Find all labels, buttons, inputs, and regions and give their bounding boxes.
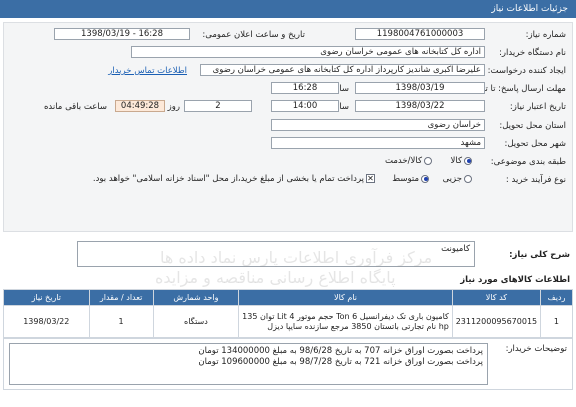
need-number-field: 1198004761000003 <box>355 28 485 40</box>
creator-field: علیرضا اکبری شاندیز کارپرداز اداره کل کت… <box>200 64 485 76</box>
items-table: ردیف کد کالا نام کالا واحد شمارش تعداد /… <box>3 289 574 338</box>
category-goods-label: کالا <box>450 156 462 166</box>
row-number: 1 <box>539 305 574 338</box>
city-label: شهر محل تحویل: <box>504 139 566 149</box>
buyer-notes-label: توضیحات خریدار: <box>505 344 567 354</box>
remaining-label: ساعت باقی مانده <box>43 102 107 112</box>
col-row: ردیف <box>539 289 574 306</box>
payment-treasury-checkbox[interactable]: ✕پرداخت تمام یا بخشی از مبلغ خرید،از محل… <box>93 174 375 184</box>
radio-selected-icon <box>464 156 472 165</box>
validity-date-field: 1398/03/22 <box>355 100 485 112</box>
category-goods-option[interactable]: کالا <box>451 156 472 166</box>
checkbox-checked-icon: ✕ <box>366 174 375 183</box>
item-date: 1398/03/22 <box>3 305 90 338</box>
buyer-notes-line-1: پرداخت بصورت اوراق خزانه 707 به تاریخ 98… <box>198 346 483 356</box>
send-time-field: 16:28 <box>271 82 339 94</box>
process-medium-label: متوسط <box>392 174 419 184</box>
item-name: کامیون باری تک دیفرانسیل Ton 6 حجم موتور… <box>238 305 453 338</box>
buyer-contact-link[interactable]: اطلاعات تماس خریدار <box>108 66 187 76</box>
item-code: 2311200095670015 <box>451 305 541 338</box>
province-label: استان محل تحویل: <box>499 121 566 131</box>
creator-label: ایجاد کننده درخواست: <box>487 66 566 76</box>
province-field: خراسان رضوی <box>271 119 485 131</box>
buyer-notes-section: توضیحات خریدار: پرداخت بصورت اوراق خزانه… <box>3 338 573 390</box>
validity-label: تاریخ اعتبار نیاز: <box>509 102 566 112</box>
category-service-label: کالا/خدمت <box>385 156 422 166</box>
buyer-org-field: اداره کل کتابخانه های عمومی خراسان رضوی <box>131 46 485 58</box>
page-header: جزئیات اطلاعات نیاز <box>0 0 576 18</box>
process-partial-label: جزیی <box>442 174 462 184</box>
buyer-notes-line-2: پرداخت بصورت اوراق خزانه 721 به تاریخ 98… <box>198 357 483 367</box>
category-service-option[interactable]: کالا/خدمت <box>385 156 432 166</box>
announce-field: 1398/03/19 - 16:28 <box>54 28 190 40</box>
announce-label: تاریخ و ساعت اعلان عمومی: <box>202 30 305 40</box>
items-section-title: اطلاعات کالاهای مورد نیاز <box>460 275 570 285</box>
buyer-notes-field: پرداخت بصورت اوراق خزانه 707 به تاریخ 98… <box>9 343 488 385</box>
col-code: کد کالا <box>451 289 541 306</box>
need-details-panel: شماره نیاز: 1198004761000003 تاریخ و ساع… <box>3 22 573 232</box>
radio-icon <box>464 174 472 183</box>
process-partial-option[interactable]: جزیی <box>443 174 472 184</box>
table-row: 1 2311200095670015 کامیون باری تک دیفران… <box>3 305 574 338</box>
watermark-line-2: پایگاه اطلاع رسانی مناقصه و مزایده <box>155 268 396 287</box>
col-date: تاریخ نیاز <box>3 289 90 306</box>
col-name: نام کالا <box>238 289 453 306</box>
days-field: 2 <box>184 100 252 112</box>
remaining-time-field: 04:49:28 <box>115 100 165 112</box>
description-label: شرح کلی نیاز: <box>509 250 570 260</box>
items-table-header: ردیف کد کالا نام کالا واحد شمارش تعداد /… <box>3 289 574 306</box>
col-qty: تعداد / مقدار <box>88 289 154 306</box>
send-date-field: 1398/03/19 <box>355 82 485 94</box>
process-label: نوع فرآیند خرید : <box>505 175 566 185</box>
payment-treasury-label: پرداخت تمام یا بخشی از مبلغ خرید،از محل … <box>92 174 364 184</box>
item-qty: 1 <box>88 305 154 338</box>
radio-selected-icon <box>421 174 429 183</box>
category-label: طبقه بندی موضوعی: <box>490 157 566 167</box>
radio-icon <box>424 156 432 165</box>
buyer-org-label: نام دستگاه خریدار: <box>499 48 566 58</box>
item-unit: دستگاه <box>152 305 240 338</box>
page-title: جزئیات اطلاعات نیاز <box>491 4 568 14</box>
validity-time-field: 14:00 <box>271 100 339 112</box>
col-unit: واحد شمارش <box>152 289 240 306</box>
need-number-label: شماره نیاز: <box>525 30 566 40</box>
city-field: مشهد <box>271 137 485 149</box>
watermark-line-1: مرکز فرآوری اطلاعات پارس نماد داده ها <box>160 248 433 267</box>
process-medium-option[interactable]: متوسط <box>392 174 429 184</box>
